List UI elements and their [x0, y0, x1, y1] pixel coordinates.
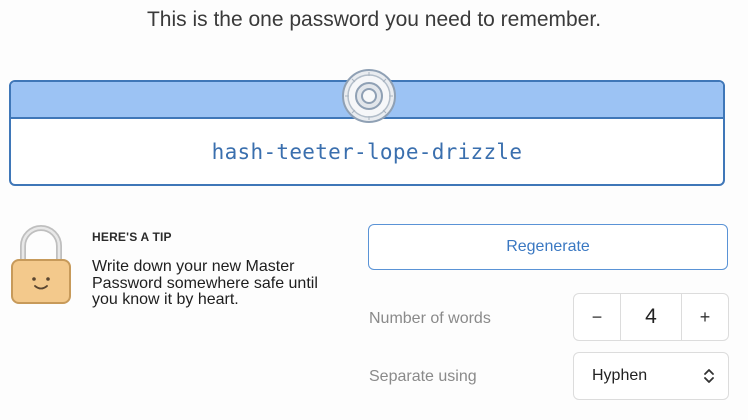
generated-password: hash-teeter-lope-drizzle [211, 140, 523, 164]
separator-select[interactable]: Hyphen [573, 352, 729, 400]
regenerate-button[interactable]: Regenerate [368, 224, 728, 270]
password-card: hash-teeter-lope-drizzle [9, 69, 725, 186]
separate-using-label: Separate using [369, 368, 477, 385]
tip-title: HERE'S A TIP [92, 230, 172, 244]
increment-button[interactable]: + [682, 294, 728, 340]
word-count-stepper: − 4 + [573, 293, 729, 341]
padlock-icon [11, 225, 71, 304]
word-count-value: 4 [620, 294, 682, 340]
tip-body: Write down your new Master Password some… [92, 258, 318, 308]
chevron-up-down-icon [704, 369, 714, 383]
vault-dial-icon [342, 69, 396, 123]
decrement-button[interactable]: − [574, 294, 620, 340]
page-headline: This is the one password you need to rem… [146, 8, 602, 31]
number-of-words-label: Number of words [369, 310, 491, 327]
separator-selected-value: Hyphen [592, 367, 648, 384]
